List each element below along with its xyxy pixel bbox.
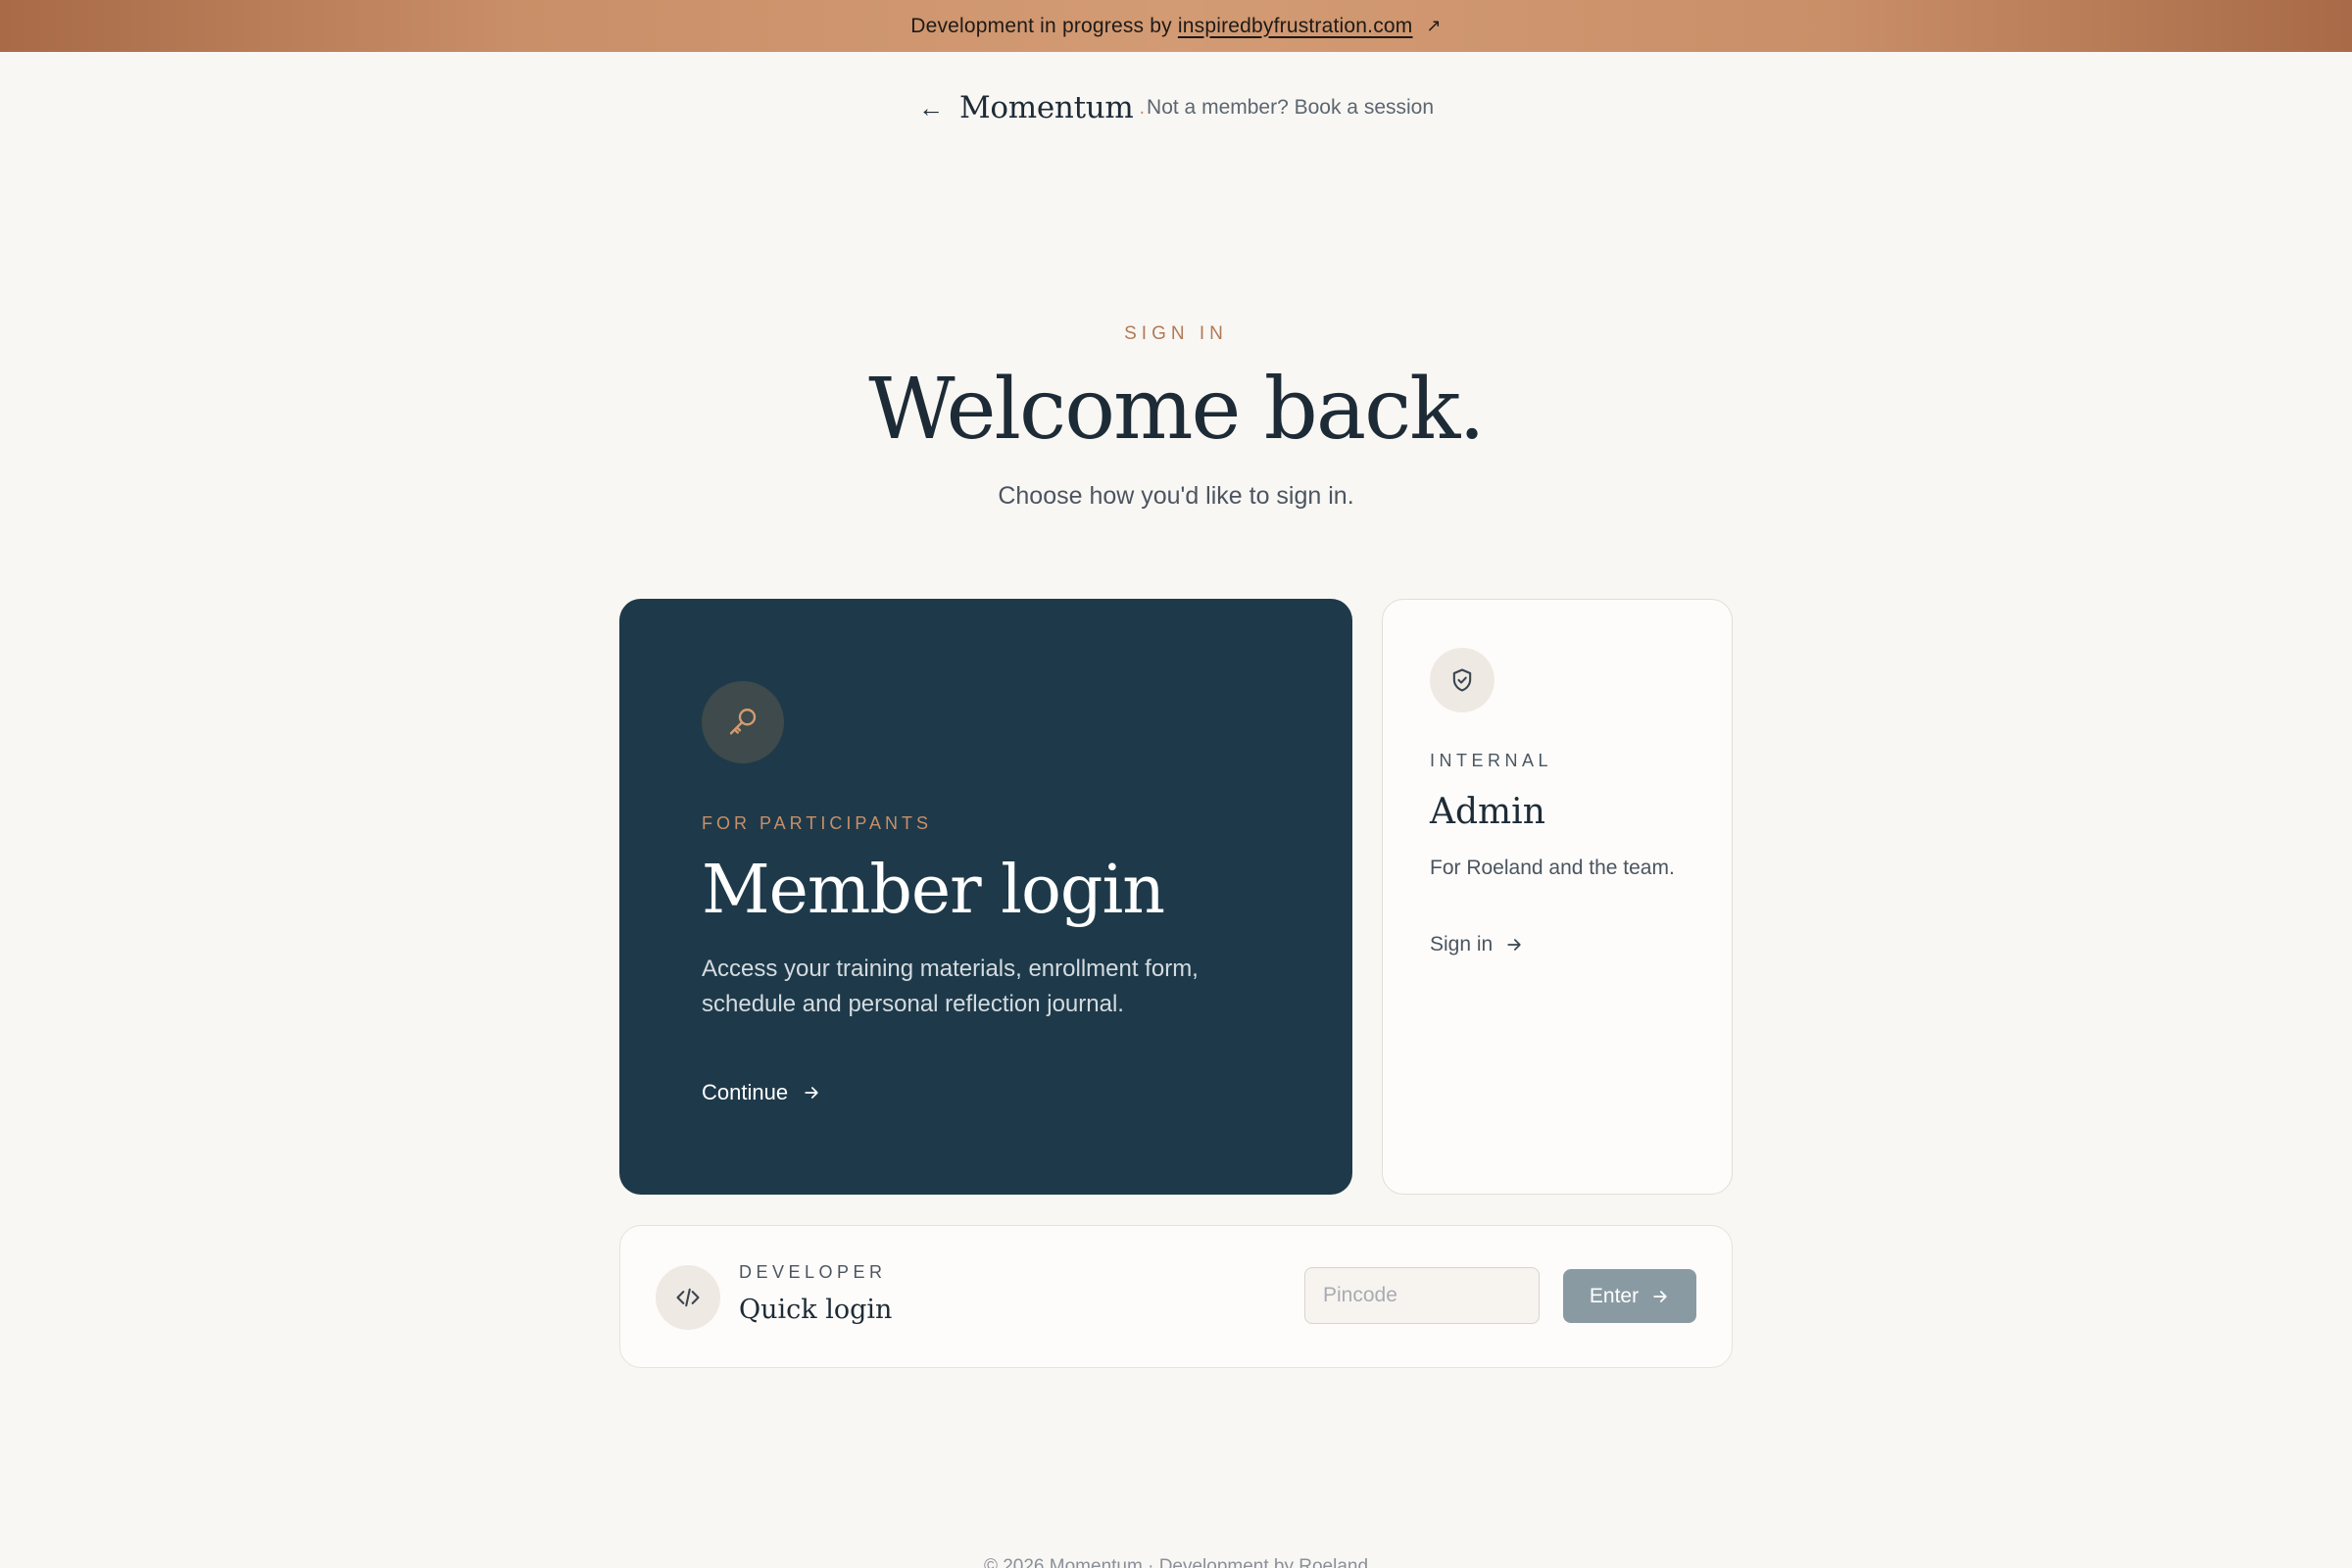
admin-eyebrow: INTERNAL	[1430, 751, 1553, 770]
arrow-right-icon	[1653, 1290, 1667, 1302]
admin-description: For Roeland and the team.	[1430, 857, 1675, 879]
member-login-card[interactable]: FOR PARTICIPANTS Member login Access you…	[619, 599, 1352, 1195]
enter-button[interactable]: Enter	[1563, 1269, 1696, 1323]
site-header: ← Momentum . Not a member? Book a sessio…	[0, 90, 2352, 125]
page-title: Welcome back.	[868, 361, 1485, 459]
arrow-right-icon	[805, 1087, 818, 1099]
book-session-link[interactable]: Not a member? Book a session	[1147, 96, 1434, 120]
developer-eyebrow: DEVELOPER	[739, 1262, 887, 1282]
code-icon	[676, 1288, 700, 1307]
banner-text: Development in progress by	[910, 14, 1172, 37]
key-icon	[729, 709, 757, 735]
admin-signin-label: Sign in	[1430, 933, 1494, 956]
shield-check-icon	[1452, 668, 1472, 692]
signin-eyebrow: SIGN IN	[1124, 323, 1228, 344]
brand-dot: .	[1139, 96, 1146, 119]
member-eyebrow: FOR PARTICIPANTS	[702, 813, 933, 833]
continue-label: Continue	[702, 1080, 789, 1104]
dev-banner: Development in progress by inspiredbyfru…	[0, 0, 2352, 52]
back-arrow-icon[interactable]: ←	[918, 93, 944, 123]
footer-text: © 2026 Momentum · Development by Roeland	[983, 1556, 1369, 1568]
developer-title: Quick login	[739, 1295, 893, 1325]
brand-logo[interactable]: Momentum	[959, 90, 1134, 125]
admin-login-card[interactable]: INTERNAL Admin For Roeland and the team.…	[1382, 599, 1733, 1195]
external-link-icon[interactable]: ↗	[1426, 16, 1441, 36]
admin-signin-button[interactable]: Sign in	[1430, 933, 1524, 956]
continue-button[interactable]: Continue	[702, 1080, 821, 1105]
pincode-input[interactable]	[1304, 1267, 1540, 1324]
admin-icon-badge	[1430, 648, 1494, 712]
page-subtitle: Choose how you'd like to sign in.	[998, 482, 1354, 510]
member-description: Access your training materials, enrollme…	[702, 956, 1199, 1017]
banner-link[interactable]: inspiredbyfrustration.com	[1178, 15, 1413, 38]
admin-title: Admin	[1430, 792, 1545, 832]
member-title: Member login	[702, 852, 1165, 929]
dev-icon-badge	[656, 1265, 720, 1330]
member-icon-badge	[702, 681, 784, 763]
arrow-right-icon	[1507, 939, 1521, 951]
enter-label: Enter	[1589, 1284, 1640, 1307]
developer-quick-login: DEVELOPER Quick login Enter	[619, 1225, 1733, 1368]
